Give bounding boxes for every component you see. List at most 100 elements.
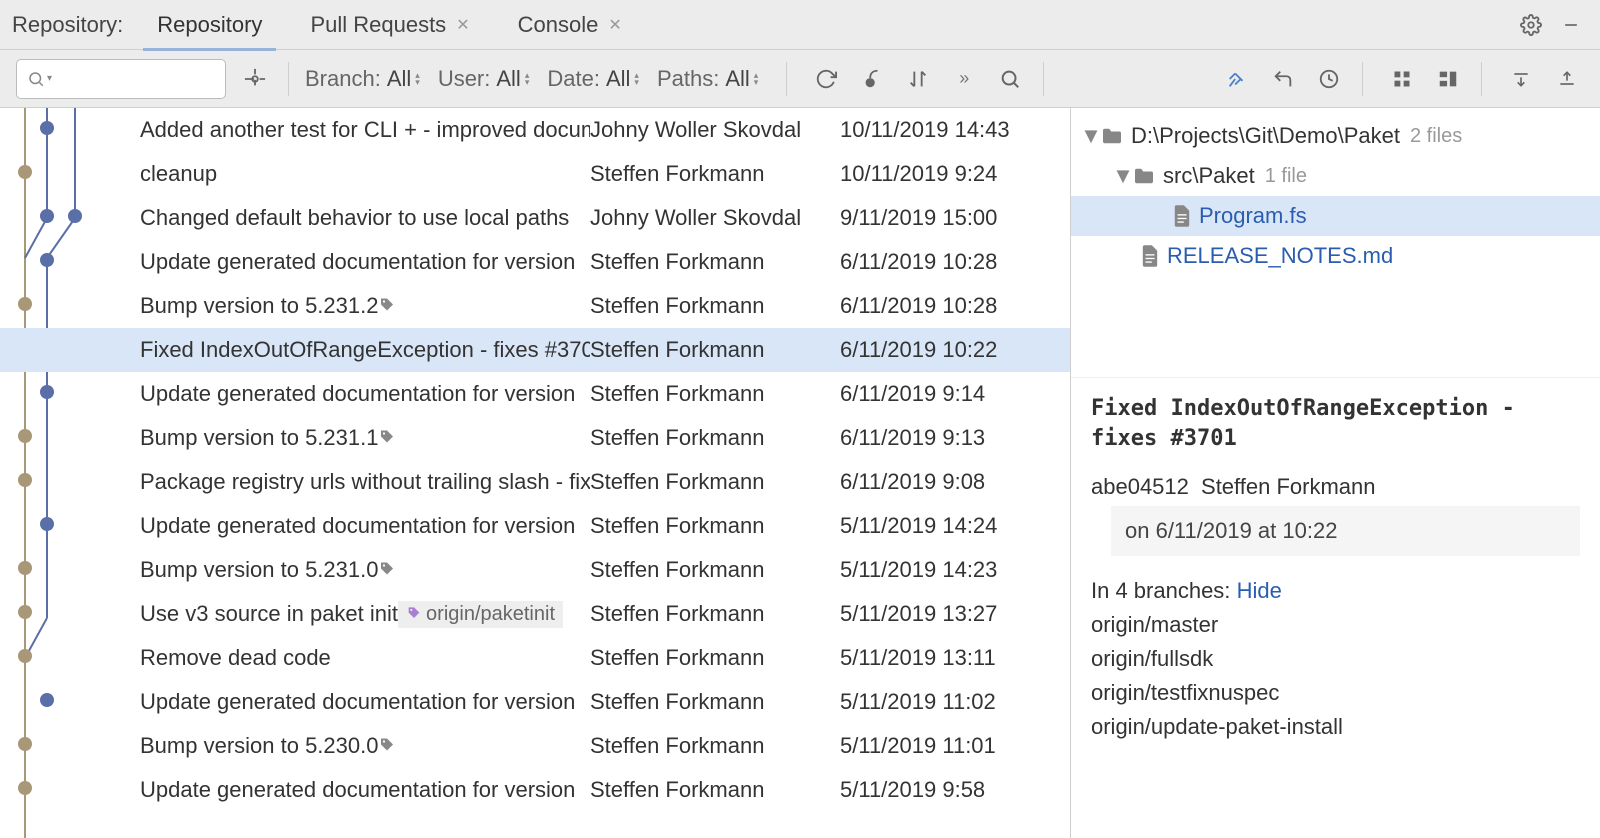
commit-date: 5/11/2019 13:11 <box>840 645 1070 671</box>
filter-settings-icon[interactable] <box>238 62 272 96</box>
commit-row[interactable]: Update generated documentation for versi… <box>0 504 1070 548</box>
commit-subject: cleanup <box>140 161 590 187</box>
commit-author: Steffen Forkmann <box>590 689 840 715</box>
commit-meta: abe04512 Steffen Forkmann <box>1091 474 1580 500</box>
expand-icon[interactable] <box>1504 62 1538 96</box>
branch-label[interactable]: origin/paketinit <box>398 601 563 628</box>
branch-filter[interactable]: Branch: All ▴▾ <box>305 66 420 92</box>
commit-date: 9/11/2019 15:00 <box>840 205 1070 231</box>
commit-row[interactable]: Remove dead codeSteffen Forkmann5/11/201… <box>0 636 1070 680</box>
paths-filter[interactable]: Paths: All ▴▾ <box>657 66 758 92</box>
tag-icon <box>378 561 396 579</box>
branch-name: origin/testfixnuspec <box>1091 680 1279 705</box>
branch-name: origin/update-paket-install <box>1091 714 1343 739</box>
tag-icon <box>378 297 396 315</box>
commit-subject: Package registry urls without trailing s… <box>140 469 590 495</box>
commit-date: 5/11/2019 14:23 <box>840 557 1070 583</box>
commit-row[interactable]: Bump version to 5.231.0Steffen Forkmann5… <box>0 548 1070 592</box>
commit-date: 5/11/2019 11:02 <box>840 689 1070 715</box>
search-input[interactable]: ▾ <box>16 59 226 99</box>
tree-file-name: RELEASE_NOTES.md <box>1167 243 1393 269</box>
history-icon[interactable] <box>1312 62 1346 96</box>
commit-subject: Use v3 source in paket initorigin/paketi… <box>140 601 590 628</box>
find-icon[interactable] <box>993 62 1027 96</box>
commit-author: Steffen Forkmann <box>590 645 840 671</box>
commit-author: Johny Woller Skovdal <box>590 117 840 143</box>
tree-file[interactable]: Program.fs <box>1071 196 1600 236</box>
commit-author: Steffen Forkmann <box>590 601 840 627</box>
commit-author: Steffen Forkmann <box>590 337 840 363</box>
commit-author: Steffen Forkmann <box>590 161 840 187</box>
commit-date: 10/11/2019 14:43 <box>840 117 1070 143</box>
repository-label: Repository: <box>12 12 123 38</box>
commit-title: Fixed IndexOutOfRangeException - fixes #… <box>1091 394 1580 454</box>
tree-file-name: Program.fs <box>1199 203 1307 229</box>
commit-row[interactable]: Added another test for CLI + - improved … <box>0 108 1070 152</box>
commit-date: 6/11/2019 9:13 <box>840 425 1070 451</box>
commit-subject: Bump version to 5.230.0 <box>140 733 590 759</box>
refresh-icon[interactable] <box>809 62 843 96</box>
sort-icon[interactable] <box>901 62 935 96</box>
commit-subject: Changed default behavior to use local pa… <box>140 205 590 231</box>
date-filter-value: All <box>606 66 630 92</box>
tree-root-name: D:\Projects\Git\Demo\Paket <box>1131 123 1400 149</box>
hide-link[interactable]: Hide <box>1237 578 1282 603</box>
commit-row[interactable]: Bump version to 5.231.2Steffen Forkmann6… <box>0 284 1070 328</box>
branch-filter-label: Branch: <box>305 66 381 92</box>
tree-folder[interactable]: ▼ src\Paket 1 file <box>1071 156 1600 196</box>
grid-icon[interactable] <box>1385 62 1419 96</box>
commit-date: on 6/11/2019 at 10:22 <box>1111 506 1580 556</box>
tab-pull-requests-label: Pull Requests <box>310 12 446 38</box>
commit-row[interactable]: cleanupSteffen Forkmann10/11/2019 9:24 <box>0 152 1070 196</box>
user-filter-label: User: <box>438 66 491 92</box>
paths-filter-label: Paths: <box>657 66 719 92</box>
commit-subject: Update generated documentation for versi… <box>140 381 590 407</box>
folder-icon <box>1101 127 1123 145</box>
commit-row[interactable]: Changed default behavior to use local pa… <box>0 196 1070 240</box>
commit-author: Steffen Forkmann <box>590 733 840 759</box>
tag-icon <box>378 737 396 755</box>
commit-row[interactable]: Bump version to 5.231.1Steffen Forkmann6… <box>0 416 1070 460</box>
commit-row[interactable]: Fixed IndexOutOfRangeException - fixes #… <box>0 328 1070 372</box>
branches-label: In 4 branches: <box>1091 578 1230 603</box>
commit-author: Steffen Forkmann <box>590 425 840 451</box>
collapse-icon[interactable] <box>1550 62 1584 96</box>
commit-date: 5/11/2019 14:24 <box>840 513 1070 539</box>
undo-icon[interactable] <box>1266 62 1300 96</box>
date-filter[interactable]: Date: All ▴▾ <box>547 66 639 92</box>
layout-icon[interactable] <box>1431 62 1465 96</box>
close-icon[interactable]: ✕ <box>608 15 621 35</box>
commit-row[interactable]: Bump version to 5.230.0Steffen Forkmann5… <box>0 724 1070 768</box>
branch-name: origin/fullsdk <box>1091 646 1213 671</box>
commit-row[interactable]: Update generated documentation for versi… <box>0 240 1070 284</box>
commit-subject: Bump version to 5.231.2 <box>140 293 590 319</box>
commit-author: Steffen Forkmann <box>590 557 840 583</box>
commit-hash: abe04512 <box>1091 474 1189 499</box>
commit-row[interactable]: Update generated documentation for versi… <box>0 768 1070 812</box>
commit-author: Steffen Forkmann <box>590 249 840 275</box>
gear-icon[interactable] <box>1514 8 1548 42</box>
commit-row[interactable]: Update generated documentation for versi… <box>0 680 1070 724</box>
close-icon[interactable]: ✕ <box>456 15 469 35</box>
commit-date: 6/11/2019 10:22 <box>840 337 1070 363</box>
pin-icon[interactable] <box>1220 62 1254 96</box>
user-filter[interactable]: User: All ▴▾ <box>438 66 530 92</box>
commit-subject: Bump version to 5.231.1 <box>140 425 590 451</box>
tree-file[interactable]: RELEASE_NOTES.md <box>1071 236 1600 276</box>
tab-repository[interactable]: Repository <box>143 0 276 50</box>
commit-subject: Added another test for CLI + - improved … <box>140 117 590 143</box>
tree-root[interactable]: ▼ D:\Projects\Git\Demo\Paket 2 files <box>1071 116 1600 156</box>
minimize-icon[interactable] <box>1554 8 1588 42</box>
chevron-down-icon: ▼ <box>1113 163 1133 189</box>
commit-row[interactable]: Update generated documentation for versi… <box>0 372 1070 416</box>
branch-name: origin/master <box>1091 612 1218 637</box>
commit-author: Steffen Forkmann <box>1201 474 1375 499</box>
commit-row[interactable]: Package registry urls without trailing s… <box>0 460 1070 504</box>
tab-console[interactable]: Console ✕ <box>504 0 636 50</box>
commit-row[interactable]: Use v3 source in paket initorigin/paketi… <box>0 592 1070 636</box>
tab-pull-requests[interactable]: Pull Requests ✕ <box>296 0 483 50</box>
cherry-pick-icon[interactable] <box>855 62 889 96</box>
more-icon[interactable]: » <box>947 62 981 96</box>
tag-icon <box>378 429 396 447</box>
commit-subject: Remove dead code <box>140 645 590 671</box>
